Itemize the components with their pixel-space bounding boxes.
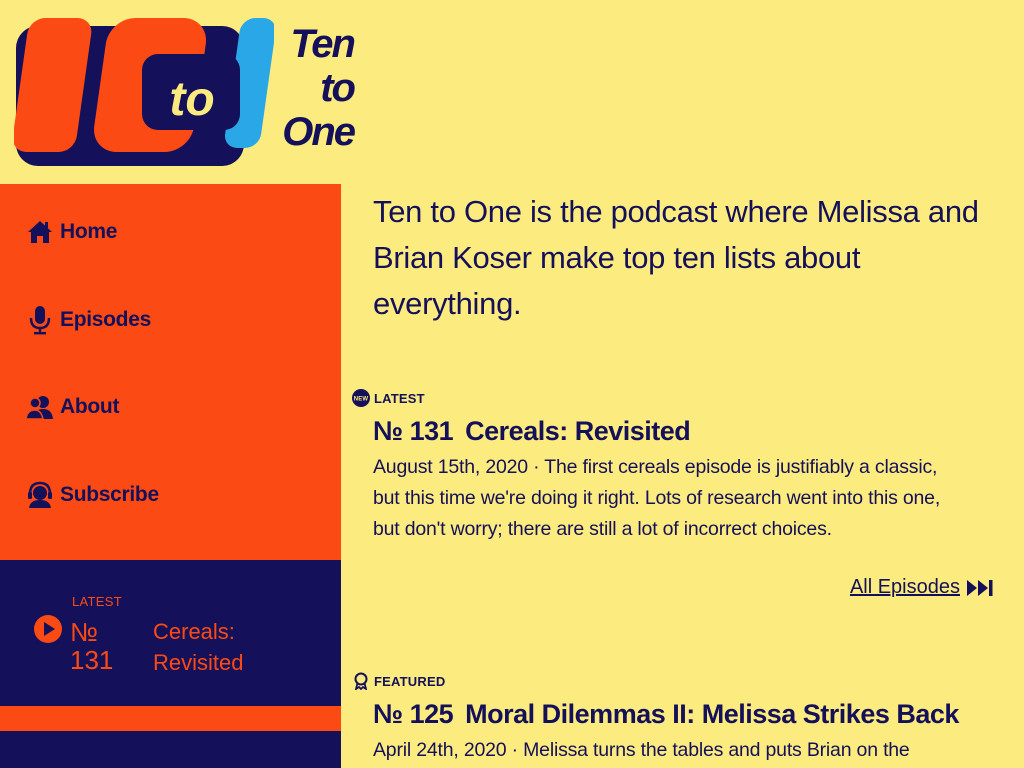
wordmark-line-1: Ten xyxy=(290,22,356,66)
featured-episode-title[interactable]: № 125 Moral Dilemmas II: Melissa Strikes … xyxy=(373,697,1002,731)
site-logo[interactable]: to Ten to One xyxy=(14,14,359,174)
latest-episode-description: August 15th, 2020 · The first cereals ep… xyxy=(373,456,941,540)
nav-item-label: Episodes xyxy=(60,307,151,331)
main-content: Ten to One is the podcast where Melissa … xyxy=(341,184,1024,768)
logo-mark-text: to xyxy=(169,73,214,126)
featured-episode: FEATURED № 125 Moral Dilemmas II: Melissa… xyxy=(352,671,1002,766)
nav-item-subscribe[interactable]: Subscribe xyxy=(0,473,341,517)
episode-number: № 125 xyxy=(373,699,454,729)
latest-eyebrow-label: LATEST xyxy=(374,390,425,406)
episode-title: Moral Dilemmas II: Melissa Strikes Back xyxy=(465,699,959,729)
logo-wordmark: Ten to One xyxy=(264,22,356,154)
main-nav: Home Episodes About Subscribe xyxy=(0,184,341,560)
nav-item-label: Home xyxy=(60,220,118,243)
featured-episode-description: April 24th, 2020 · Melissa turns the tab… xyxy=(373,739,910,761)
nav-item-label: About xyxy=(60,395,120,418)
sidebar-latest-episode: LATEST № 131 Cereals: Revisited xyxy=(0,560,341,706)
all-episodes-label: All Episodes xyxy=(849,576,960,598)
episode-number: № 131 xyxy=(373,416,454,446)
latest-eyebrow: NEW LATEST xyxy=(352,388,1002,408)
episode-title: Cereals: Revisited xyxy=(465,416,691,446)
featured-eyebrow: FEATURED xyxy=(352,671,1002,691)
new-badge-text: NEW xyxy=(354,397,369,403)
nav-item-label: Subscribe xyxy=(60,482,159,506)
sidebar-latest-tag: LATEST xyxy=(72,594,122,609)
wordmark-line-2: to xyxy=(320,66,356,110)
nav-item-home[interactable]: Home xyxy=(0,210,341,254)
play-icon[interactable] xyxy=(33,614,63,644)
headphones-icon xyxy=(26,480,54,510)
home-icon xyxy=(26,217,54,247)
all-episodes-link[interactable]: All Episodes xyxy=(850,576,994,599)
award-ribbon-icon xyxy=(352,672,370,690)
wordmark-line-3: One xyxy=(282,110,356,154)
new-badge-icon: NEW xyxy=(352,389,370,407)
sidebar-footer-block xyxy=(0,731,341,768)
nav-item-episodes[interactable]: Episodes xyxy=(0,298,341,342)
microphone-icon xyxy=(26,305,54,335)
sidebar-latest-number: № 131 xyxy=(70,617,114,675)
sidebar-stripe xyxy=(0,706,341,731)
featured-eyebrow-label: FEATURED xyxy=(374,673,446,689)
people-icon xyxy=(26,392,54,422)
ten-to-one-logo-mark: to xyxy=(14,18,274,166)
latest-episode-title[interactable]: № 131 Cereals: Revisited xyxy=(373,414,1002,448)
nav-item-about[interactable]: About xyxy=(0,385,341,429)
skip-forward-icon xyxy=(967,579,993,596)
sidebar: Home Episodes About Subscribe LATEST № 1… xyxy=(0,184,341,768)
intro-text: Ten to One is the podcast where Melissa … xyxy=(373,194,979,321)
sidebar-latest-title[interactable]: Cereals: Revisited xyxy=(153,616,303,678)
latest-episode: NEW LATEST № 131 Cereals: Revisited Augus… xyxy=(352,388,1002,545)
